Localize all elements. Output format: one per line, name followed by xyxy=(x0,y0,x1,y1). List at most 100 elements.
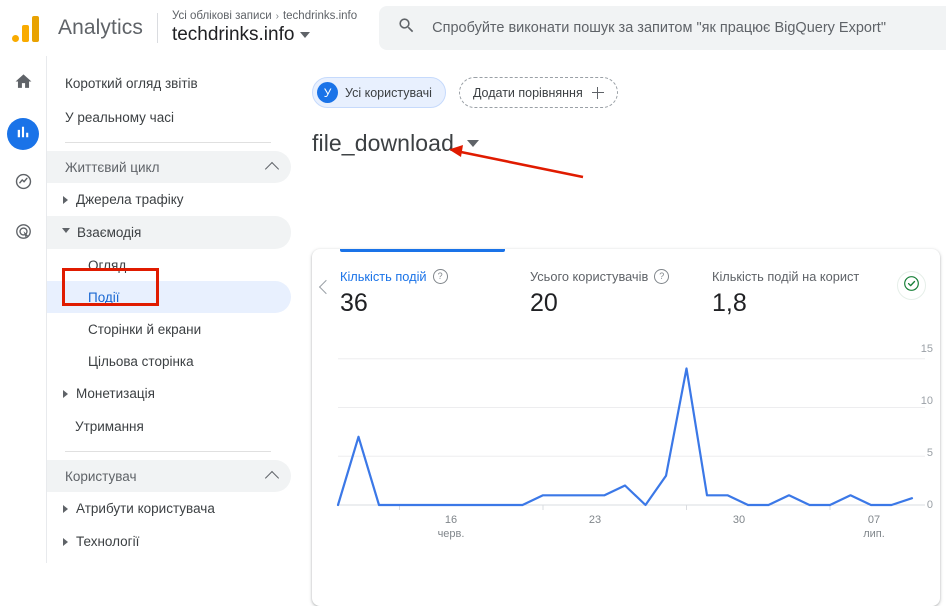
x-axis-tick: 23 xyxy=(589,514,601,528)
add-comparison-label: Додати порівняння xyxy=(472,85,583,100)
sidebar-item-label: Події xyxy=(88,289,120,305)
active-tab-indicator xyxy=(340,249,505,252)
chart-line-series xyxy=(336,367,914,507)
metric-total-users[interactable]: Усього користувачів ? 20 xyxy=(530,249,712,318)
property-name: techdrinks.info xyxy=(171,24,295,46)
search-bar[interactable]: Спробуйте виконати пошук за запитом "як … xyxy=(379,6,946,50)
triangle-right-icon xyxy=(63,504,68,513)
page-title: file_download xyxy=(312,130,946,157)
chevron-up-icon[interactable] xyxy=(264,470,280,486)
sidebar-group-label: Життєвий цикл xyxy=(65,159,160,175)
x-axis-tick: 16 черв. xyxy=(438,514,465,542)
y-axis-tick: 0 xyxy=(926,499,933,511)
rail-item-reports[interactable] xyxy=(7,118,39,150)
sidebar-divider xyxy=(65,142,271,143)
metric-value: 1,8 xyxy=(712,289,747,317)
metric-label: Кількість подій на корист xyxy=(712,269,860,284)
metric-value: 20 xyxy=(530,289,558,317)
help-icon[interactable]: ? xyxy=(432,269,448,284)
chevron-right-icon: › xyxy=(275,10,279,22)
check-circle-icon xyxy=(902,274,921,298)
bar-chart-icon xyxy=(14,123,32,146)
metric-event-count[interactable]: Кількість подій ? 36 xyxy=(340,249,530,318)
sidebar-item-reports-snapshot[interactable]: Короткий огляд звітів xyxy=(47,66,291,100)
breadcrumb[interactable]: Усі облікові записи › techdrinks.info xyxy=(172,10,357,23)
chevron-left-icon xyxy=(318,279,334,295)
sidebar-item-engagement[interactable]: Взаємодія xyxy=(47,216,291,249)
add-comparison-button[interactable]: Додати порівняння xyxy=(458,77,618,108)
x-tick-line1: 30 xyxy=(732,514,746,526)
main-content: У Усі користувачі Додати порівняння file… xyxy=(301,56,946,606)
help-icon[interactable]: ? xyxy=(654,269,670,284)
sidebar-item-label: У реальному часі xyxy=(65,109,174,125)
page-title-text: file_download xyxy=(312,130,454,156)
x-tick-line1: 23 xyxy=(588,514,602,526)
chip-all-users[interactable]: У Усі користувачі xyxy=(312,77,446,108)
event-metrics-card: Кількість подій ? 36 Усього користувачів… xyxy=(312,249,940,606)
brand-title: Analytics xyxy=(58,16,143,39)
search-icon xyxy=(397,16,416,40)
top-bar: Analytics Усі облікові записи › techdrin… xyxy=(0,0,946,56)
rail-item-home[interactable] xyxy=(7,68,39,100)
sidebar-item-acquisition[interactable]: Джерела трафіку xyxy=(47,183,291,216)
sidebar-group-label: Користувач xyxy=(65,468,137,484)
header-divider xyxy=(156,13,158,43)
property-selector[interactable]: techdrinks.info xyxy=(172,24,357,46)
left-nav-rail xyxy=(0,56,47,563)
sidebar-item-label: Короткий огляд звітів xyxy=(65,75,198,91)
x-axis-tick: 30 xyxy=(733,514,745,528)
sidebar-item-monetization[interactable]: Монетизація xyxy=(47,377,291,410)
sidebar-divider xyxy=(65,451,271,452)
advertising-target-icon xyxy=(14,222,33,246)
sidebar-item-label: Монетизація xyxy=(76,386,155,401)
analytics-logo-icon xyxy=(12,14,46,42)
sidebar-item-user-attributes[interactable]: Атрибути користувача xyxy=(47,492,291,525)
sidebar-item-events[interactable]: Події xyxy=(47,281,291,313)
sidebar-item-realtime[interactable]: У реальному часі xyxy=(47,100,291,134)
chip-label: Усі користувачі xyxy=(345,85,432,100)
metric-value: 36 xyxy=(340,289,368,317)
rail-item-advertising[interactable] xyxy=(7,218,39,250)
sidebar-item-retention[interactable]: Утримання xyxy=(47,410,291,443)
chevron-down-icon[interactable] xyxy=(466,140,479,147)
sidebar-item-label: Сторінки й екрани xyxy=(88,321,202,337)
sidebar-nav: Короткий огляд звітів У реальному часі Ж… xyxy=(47,56,301,563)
status-badge[interactable] xyxy=(897,271,926,300)
account-selector[interactable]: Усі облікові записи › techdrinks.info te… xyxy=(172,10,357,46)
sidebar-item-label: Взаємодія xyxy=(77,225,142,240)
triangle-right-icon xyxy=(63,389,68,398)
breadcrumb-root[interactable]: Усі облікові записи xyxy=(172,10,272,23)
chart-svg xyxy=(336,358,925,510)
rail-item-explore[interactable] xyxy=(7,168,39,200)
sidebar-group-user[interactable]: Користувач xyxy=(47,460,291,492)
sidebar-item-landing-page[interactable]: Цільова сторінка xyxy=(47,345,291,377)
explore-icon xyxy=(14,172,33,196)
comparison-chips: У Усі користувачі Додати порівняння xyxy=(301,56,946,108)
events-over-time-chart: 15 10 5 0 16 черв. 23 30 07 лип. xyxy=(312,325,940,600)
chevron-down-icon[interactable] xyxy=(300,32,311,39)
x-tick-line2: черв. xyxy=(437,527,465,540)
x-axis-tick: 07 лип. xyxy=(863,514,885,542)
sidebar-item-label: Огляд xyxy=(88,257,127,273)
triangle-down-icon xyxy=(62,228,70,237)
home-icon xyxy=(14,72,33,96)
carousel-prev-button[interactable] xyxy=(312,249,340,325)
sidebar-item-tech[interactable]: Технології xyxy=(47,525,291,558)
sidebar-item-label: Технології xyxy=(76,534,140,549)
sidebar-item-label: Атрибути користувача xyxy=(76,501,215,516)
triangle-right-icon xyxy=(63,195,68,204)
sidebar-item-pages-screens[interactable]: Сторінки й екрани xyxy=(47,313,291,345)
sidebar-item-overview[interactable]: Огляд xyxy=(47,249,291,281)
search-input[interactable]: Спробуйте виконати пошук за запитом "як … xyxy=(432,20,886,36)
chevron-up-icon[interactable] xyxy=(264,161,280,177)
sidebar-group-lifecycle[interactable]: Життєвий цикл xyxy=(47,151,291,183)
x-tick-line1: 07 xyxy=(867,514,881,526)
breadcrumb-leaf[interactable]: techdrinks.info xyxy=(283,10,357,23)
metric-label: Кількість подій xyxy=(340,269,427,284)
x-tick-line1: 16 xyxy=(444,514,458,526)
plus-icon xyxy=(591,86,604,99)
triangle-right-icon xyxy=(63,537,68,546)
y-axis-tick: 15 xyxy=(920,343,933,355)
metric-label: Усього користувачів xyxy=(530,269,649,284)
metric-events-per-user[interactable]: Кількість подій на корист 1,8 xyxy=(712,249,887,318)
